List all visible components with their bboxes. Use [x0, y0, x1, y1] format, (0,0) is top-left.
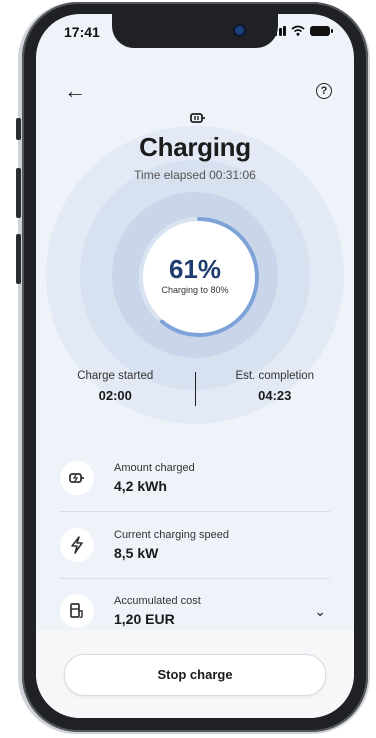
- charge-target: Charging to 80%: [161, 285, 229, 295]
- detail-label: Current charging speed: [114, 529, 229, 541]
- detail-charging-speed: Current charging speed 8,5 kW: [60, 516, 330, 574]
- back-arrow-icon[interactable]: ←: [64, 80, 86, 102]
- divider: [60, 578, 330, 579]
- camera-icon: [235, 26, 244, 35]
- detail-text: Current charging speed 8,5 kW: [114, 529, 330, 561]
- detail-value: 1,20 EUR: [114, 611, 175, 627]
- plug-icon: [60, 461, 94, 495]
- status-time: 17:41: [64, 24, 100, 40]
- est-completion-value: 04:23: [258, 388, 292, 403]
- est-completion: Est. completion 04:23: [196, 370, 355, 406]
- detail-value: 4,2 kWh: [114, 478, 167, 494]
- notch: [112, 14, 278, 48]
- detail-text: Accumulated cost 1,20 EUR: [114, 595, 314, 627]
- page-title: Charging: [139, 132, 251, 162]
- chevron-down-icon[interactable]: ⌄: [314, 603, 326, 620]
- stop-charge-button[interactable]: Stop charge: [64, 654, 326, 696]
- detail-value: 8,5 kW: [114, 545, 159, 561]
- elapsed-time: Time elapsed 00:31:06: [134, 168, 256, 182]
- status-icons: [269, 25, 333, 36]
- detail-amount-charged: Amount charged 4,2 kWh: [60, 449, 330, 507]
- detail-text: Amount charged 4,2 kWh: [114, 462, 330, 494]
- detail-label: Accumulated cost: [114, 595, 201, 607]
- battery-icon: [310, 26, 333, 36]
- fuel-station-icon: [60, 594, 94, 628]
- est-completion-label: Est. completion: [235, 370, 315, 382]
- divider: [60, 511, 330, 512]
- charge-started: Charge started 02:00: [36, 370, 195, 406]
- lightning-icon: [60, 528, 94, 562]
- mute-switch: [16, 118, 21, 140]
- charge-started-value: 02:00: [98, 388, 132, 403]
- charge-times: Charge started 02:00 Est. completion 04:…: [36, 370, 354, 406]
- plug-icon: [190, 113, 205, 123]
- wifi-icon: [291, 25, 305, 36]
- screen: 17:41 ← ? Charging Time elapsed 00:31:06…: [36, 14, 354, 718]
- charge-percent: 61%: [168, 254, 222, 284]
- volume-down-button: [16, 234, 21, 284]
- help-icon[interactable]: ?: [316, 83, 332, 99]
- volume-up-button: [16, 168, 21, 218]
- charge-started-label: Charge started: [77, 370, 154, 382]
- detail-label: Amount charged: [114, 462, 195, 474]
